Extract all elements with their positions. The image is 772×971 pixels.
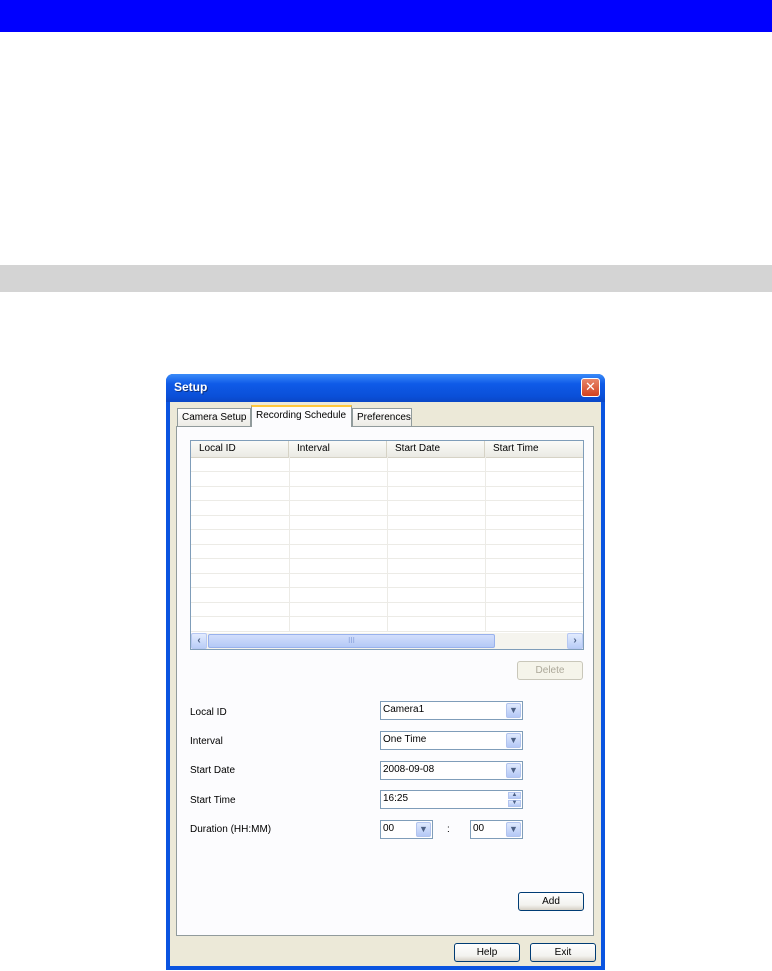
local-id-value: Camera1 (383, 704, 425, 715)
chevron-down-icon[interactable]: ▼ (506, 703, 521, 718)
start-time-spinner[interactable]: 16:25 ▲ ▼ (380, 790, 523, 809)
interval-select[interactable]: One Time ▼ (380, 731, 523, 750)
start-time-label: Start Time (190, 795, 236, 806)
document-header-bar (0, 0, 772, 32)
close-icon: ✕ (585, 379, 596, 394)
dialog-client-area: Camera Setup Recording Schedule Preferen… (170, 402, 601, 966)
tab-recording-schedule[interactable]: Recording Schedule (251, 405, 352, 427)
schedule-table[interactable]: Local ID Interval Start Date Start Time … (190, 440, 584, 650)
chevron-right-icon: › (573, 635, 577, 646)
local-id-label: Local ID (190, 707, 227, 718)
local-id-select[interactable]: Camera1 ▼ (380, 701, 523, 720)
spin-up-icon[interactable]: ▲ (508, 792, 521, 799)
tab-preferences[interactable]: Preferences (352, 408, 412, 426)
table-header: Local ID Interval Start Date Start Time (191, 441, 583, 458)
spin-down-icon[interactable]: ▼ (508, 800, 521, 807)
scroll-left-button[interactable]: ‹ (191, 633, 207, 649)
chevron-down-icon[interactable]: ▼ (506, 822, 521, 837)
start-date-picker[interactable]: 2008-09-08 ▼ (380, 761, 523, 780)
title-bar[interactable]: Setup ✕ (166, 374, 605, 402)
tab-camera-setup[interactable]: Camera Setup (177, 408, 251, 426)
column-header-start-date[interactable]: Start Date (387, 441, 485, 457)
interval-label: Interval (190, 736, 223, 747)
dialog-title: Setup (174, 380, 208, 394)
exit-button[interactable]: Exit (530, 943, 596, 962)
column-header-local-id[interactable]: Local ID (191, 441, 289, 457)
chevron-down-icon[interactable]: ▼ (416, 822, 431, 837)
chevron-down-icon[interactable]: ▼ (506, 733, 521, 748)
duration-hours-value: 00 (383, 823, 395, 834)
start-time-value: 16:25 (383, 793, 409, 804)
column-divider (387, 457, 388, 632)
help-button[interactable]: Help (454, 943, 520, 962)
scroll-thumb[interactable]: III (208, 634, 495, 648)
recording-schedule-panel: Local ID Interval Start Date Start Time … (176, 426, 594, 936)
close-button[interactable]: ✕ (581, 378, 600, 397)
start-date-value: 2008-09-08 (383, 764, 435, 775)
setup-dialog: Setup ✕ Camera Setup Recording Schedule … (166, 374, 605, 970)
duration-hours-select[interactable]: 00 ▼ (380, 820, 433, 839)
duration-minutes-value: 00 (473, 823, 485, 834)
chevron-left-icon: ‹ (197, 635, 201, 646)
column-divider (485, 457, 486, 632)
column-header-interval[interactable]: Interval (289, 441, 387, 457)
duration-label: Duration (HH:MM) (190, 824, 272, 835)
column-divider (289, 457, 290, 632)
chevron-down-icon[interactable]: ▼ (506, 763, 521, 778)
add-button[interactable]: Add (518, 892, 584, 911)
duration-minutes-select[interactable]: 00 ▼ (470, 820, 523, 839)
column-header-start-time[interactable]: Start Time (485, 441, 583, 457)
duration-separator: : (447, 824, 450, 835)
section-divider-bar (0, 265, 772, 292)
start-date-label: Start Date (190, 765, 236, 776)
interval-value: One Time (383, 734, 427, 745)
delete-button[interactable]: Delete (517, 661, 583, 680)
scroll-right-button[interactable]: › (567, 633, 583, 649)
horizontal-scrollbar[interactable]: ‹ III › (191, 633, 583, 649)
